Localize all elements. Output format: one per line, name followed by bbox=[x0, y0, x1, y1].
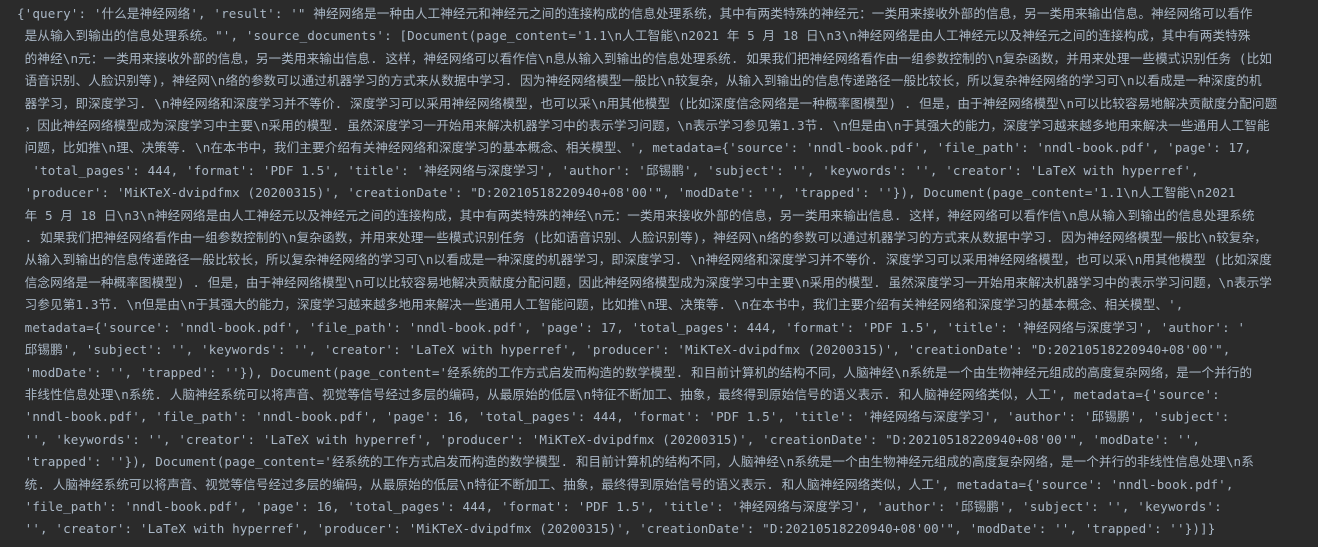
console-line-16: 邱锡鹏', 'subject': '', 'keywords': '', 'cr… bbox=[17, 342, 1231, 358]
console-line-1: {'query': '什么是神经网络', 'result': '" 神经网络是一… bbox=[17, 6, 1253, 21]
console-line-20: '', 'keywords': '', 'creator': 'LaTeX wi… bbox=[17, 431, 1201, 447]
console-line-17: 'modDate': '', 'trapped': ''}), Document… bbox=[17, 364, 1253, 380]
console-line-24: '', 'creator': 'LaTeX with hyperref', 'p… bbox=[17, 521, 1216, 537]
console-line-5: 器学习，即深度学习. \n神经网络和深度学习并不等价. 深度学习可以采用神经网络… bbox=[17, 95, 1278, 111]
console-line-3: 的神经\n元：一类用来接收外部的信息，另一类用来输出信息. 这样，神经网络可以看… bbox=[17, 50, 1272, 66]
console-output-text: {'query': '什么是神经网络', 'result': '" 神经网络是一… bbox=[17, 3, 1307, 541]
console-line-10: 年 5 月 18 日\n3\n神经网络是由人工神经元以及神经元之间的连接构成，其… bbox=[17, 207, 1255, 223]
console-line-22: 统. 人脑神经系统可以将声音、视觉等信号经过多层的编码，从最原始的低层\n特征不… bbox=[17, 476, 1234, 492]
console-line-2: 是从输入到输出的信息处理系统。"', 'source_documents': [… bbox=[17, 28, 1251, 44]
console-line-13: 信念网络是一种概率图模型) . 但是，由于神经网络模型\n可以比较容易地解决贡献… bbox=[17, 274, 1272, 290]
console-line-8: 'total_pages': 444, 'format': 'PDF 1.5',… bbox=[17, 162, 1199, 178]
console-line-23: 'file_path': 'nndl-book.pdf', 'page': 16… bbox=[17, 498, 1222, 514]
console-line-6: ，因此神经网络模型成为深度学习中主要\n采用的模型. 虽然深度学习一开始用来解决… bbox=[17, 118, 1270, 134]
console-output-panel[interactable]: {'query': '什么是神经网络', 'result': '" 神经网络是一… bbox=[0, 0, 1318, 547]
console-line-14: 习参见第1.3节. \n但是由\n于其强大的能力，深度学习越来越多地用来解决一些… bbox=[17, 297, 1184, 313]
console-line-15: metadata={'source': 'nndl-book.pdf', 'fi… bbox=[17, 319, 1246, 335]
console-line-11: . 如果我们把神经网络看作由一组参数控制的\n复杂函数，并用来处理一些模式识别任… bbox=[17, 230, 1267, 246]
console-line-19: 'nndl-book.pdf', 'file_path': 'nndl-book… bbox=[17, 409, 1230, 425]
console-line-18: 非线性信息处理\n系统. 人脑神经系统可以将声音、视觉等信号经过多层的编码，从最… bbox=[17, 386, 1220, 402]
console-line-12: 从输入到输出的信息传递路径一般比较长，所以复杂神经网络的学习可\n以看成是一种深… bbox=[17, 252, 1272, 268]
console-line-4: 语音识别、人脸识别等)，神经网\n络的参数可以通过机器学习的方式来从数据中学习.… bbox=[17, 73, 1262, 89]
console-line-9: 'producer': 'MiKTeX-dvipdfmx (20200315)'… bbox=[17, 185, 1236, 201]
console-line-21: 'trapped': ''}), Document(page_content='… bbox=[17, 454, 1254, 470]
console-line-7: 问题，比如推\n理、决策等. \n在本书中，我们主要介绍有关神经网络和深度学习的… bbox=[17, 140, 1252, 156]
